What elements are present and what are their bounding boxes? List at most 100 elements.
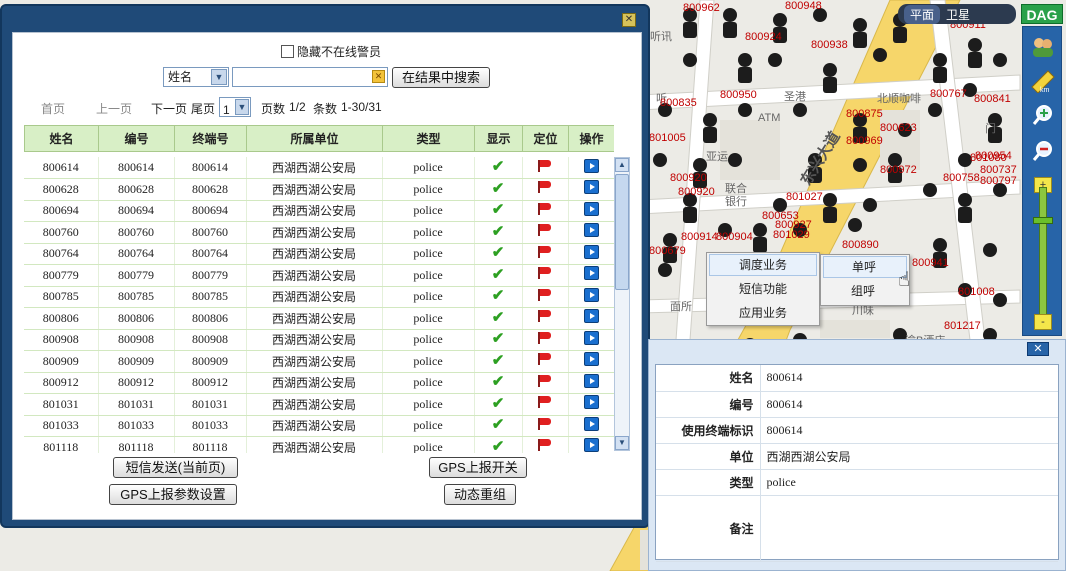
menu-item-single-call[interactable]: 单呼 [823, 256, 907, 278]
unit-label[interactable]: 801008 [958, 286, 995, 298]
checkmark-icon[interactable]: ✔ [492, 439, 505, 453]
menu-item-sms[interactable]: 短信功能 [707, 277, 819, 301]
unit-label[interactable]: 801029 [773, 229, 810, 241]
chevron-down-icon[interactable]: ▼ [235, 99, 249, 115]
search-in-results-button[interactable]: 在结果中搜索 [392, 67, 490, 88]
close-icon[interactable]: ✕ [622, 13, 636, 27]
unit-label[interactable]: 800972 [880, 164, 917, 176]
unit-label[interactable]: 800679 [649, 245, 686, 257]
unit-label[interactable]: 800841 [974, 93, 1011, 105]
column-header-terminal[interactable]: 终端号 [174, 125, 247, 152]
map-mode-satellite-tab[interactable]: 卫星 [940, 5, 976, 24]
play-arrow-icon[interactable] [583, 223, 599, 238]
unit-label[interactable]: 800737 [980, 164, 1017, 176]
flag-icon[interactable] [538, 245, 552, 258]
play-arrow-icon[interactable] [583, 180, 599, 195]
table-row[interactable]: 800908 800908 800908 西湖西湖公安局 police ✔ [24, 329, 614, 351]
unit-label[interactable]: 800623 [880, 122, 917, 134]
table-row[interactable]: 800628 800628 800628 西湖西湖公安局 police ✔ [24, 178, 614, 201]
zoom-slider-thumb[interactable] [1033, 217, 1053, 224]
flag-icon[interactable] [538, 353, 552, 366]
unit-label[interactable]: 800950 [720, 89, 757, 101]
pager-prev-link[interactable]: 上一页 [96, 100, 132, 117]
table-row[interactable]: 800909 800909 800909 西湖西湖公安局 police ✔ [24, 350, 614, 373]
unit-label[interactable]: 800948 [785, 0, 822, 12]
unit-label[interactable]: 800904 [716, 231, 753, 243]
flag-icon[interactable] [538, 224, 552, 237]
table-row[interactable]: 800779 800779 800779 西湖西湖公安局 police ✔ [24, 264, 614, 287]
play-arrow-icon[interactable] [583, 416, 599, 431]
column-header-show[interactable]: 显示 [474, 125, 523, 152]
play-arrow-icon[interactable] [583, 330, 599, 345]
checkmark-icon[interactable]: ✔ [492, 417, 505, 433]
flag-icon[interactable] [538, 202, 552, 215]
column-header-action[interactable]: 操作 [568, 125, 614, 152]
table-row[interactable]: 800764 800764 800764 西湖西湖公安局 police ✔ [24, 243, 614, 265]
unit-label[interactable]: 800924 [745, 31, 782, 43]
send-sms-button[interactable]: 短信发送(当前页) [113, 457, 238, 478]
table-row[interactable]: 801033 801033 801033 西湖西湖公安局 police ✔ [24, 415, 614, 437]
unit-label[interactable]: 800797 [980, 175, 1017, 187]
unit-label[interactable]: 800969 [846, 135, 883, 147]
pager-first-link[interactable]: 首页 [41, 100, 65, 117]
zoom-slider-track[interactable] [1039, 187, 1047, 325]
play-arrow-icon[interactable] [583, 352, 599, 367]
table-row[interactable]: 800760 800760 800760 西湖西湖公安局 police ✔ [24, 221, 614, 244]
column-header-type[interactable]: 类型 [382, 125, 475, 152]
close-icon[interactable]: ✕ [1027, 342, 1049, 356]
flag-icon[interactable] [538, 267, 552, 280]
checkmark-icon[interactable]: ✔ [492, 374, 505, 390]
play-arrow-icon[interactable] [583, 438, 599, 453]
unit-label[interactable]: 800758 [943, 172, 980, 184]
pager-next-link[interactable]: 下一页 [151, 100, 187, 117]
checkbox-box[interactable] [281, 45, 294, 58]
unit-label[interactable]: 801217 [944, 320, 981, 332]
unit-label[interactable]: 800914 [681, 231, 718, 243]
checkmark-icon[interactable]: ✔ [492, 181, 505, 197]
search-input[interactable] [232, 67, 388, 87]
table-row[interactable]: 801118 801118 801118 西湖西湖公安局 police ✔ [24, 436, 614, 453]
chevron-down-icon[interactable]: ▼ [211, 69, 227, 85]
unit-label[interactable]: 800938 [811, 39, 848, 51]
column-header-id[interactable]: 编号 [98, 125, 175, 152]
table-body[interactable]: 800614 800614 800614 西湖西湖公安局 police ✔ 800628 80… [24, 157, 614, 453]
unit-label[interactable]: 801027 [786, 191, 823, 203]
checkmark-icon[interactable]: ✔ [492, 159, 505, 175]
table-row[interactable]: 800694 800694 800694 西湖西湖公安局 police ✔ [24, 200, 614, 222]
scroll-up-icon[interactable]: ▲ [615, 158, 629, 172]
menu-item-group-call[interactable]: 组呼 [821, 279, 909, 303]
flag-icon[interactable] [538, 310, 552, 323]
scroll-down-icon[interactable]: ▼ [615, 436, 629, 450]
checkmark-icon[interactable]: ✔ [492, 310, 505, 326]
table-row[interactable]: 800785 800785 800785 西湖西湖公安局 police ✔ [24, 286, 614, 308]
table-row[interactable]: 800614 800614 800614 西湖西湖公安局 police ✔ [24, 157, 614, 179]
play-arrow-icon[interactable] [583, 287, 599, 302]
play-arrow-icon[interactable] [583, 158, 599, 173]
flag-icon[interactable] [538, 374, 552, 387]
table-row[interactable]: 801031 801031 801031 西湖西湖公安局 police ✔ [24, 393, 614, 416]
gps-report-switch-button[interactable]: GPS上报开关 [429, 457, 527, 478]
play-arrow-icon[interactable] [583, 266, 599, 281]
table-row[interactable]: 800912 800912 800912 西湖西湖公安局 police ✔ [24, 372, 614, 394]
users-icon[interactable] [1027, 33, 1059, 61]
checkmark-icon[interactable]: ✔ [492, 331, 505, 347]
column-header-unit[interactable]: 所属单位 [246, 125, 383, 152]
unit-label[interactable]: 800890 [842, 239, 879, 251]
zoom-in-magnifier-icon[interactable] [1027, 101, 1059, 129]
play-arrow-icon[interactable] [583, 395, 599, 410]
unit-label[interactable]: 800920 [678, 186, 715, 198]
unit-label[interactable]: 800941 [912, 257, 949, 269]
zoom-out-magnifier-icon[interactable] [1027, 137, 1059, 165]
checkmark-icon[interactable]: ✔ [492, 202, 505, 218]
checkmark-icon[interactable]: ✔ [492, 396, 505, 412]
play-arrow-icon[interactable] [583, 201, 599, 216]
clear-icon[interactable]: ✕ [372, 70, 385, 83]
flag-icon[interactable] [538, 439, 552, 452]
checkmark-icon[interactable]: ✔ [492, 288, 505, 304]
flag-icon[interactable] [538, 417, 552, 430]
unit-label[interactable]: 800767 [930, 88, 967, 100]
search-field-select[interactable]: 姓名 ▼ [163, 67, 229, 87]
play-arrow-icon[interactable] [583, 373, 599, 388]
unit-label[interactable]: 801005 [649, 132, 686, 144]
flag-icon[interactable] [538, 396, 552, 409]
